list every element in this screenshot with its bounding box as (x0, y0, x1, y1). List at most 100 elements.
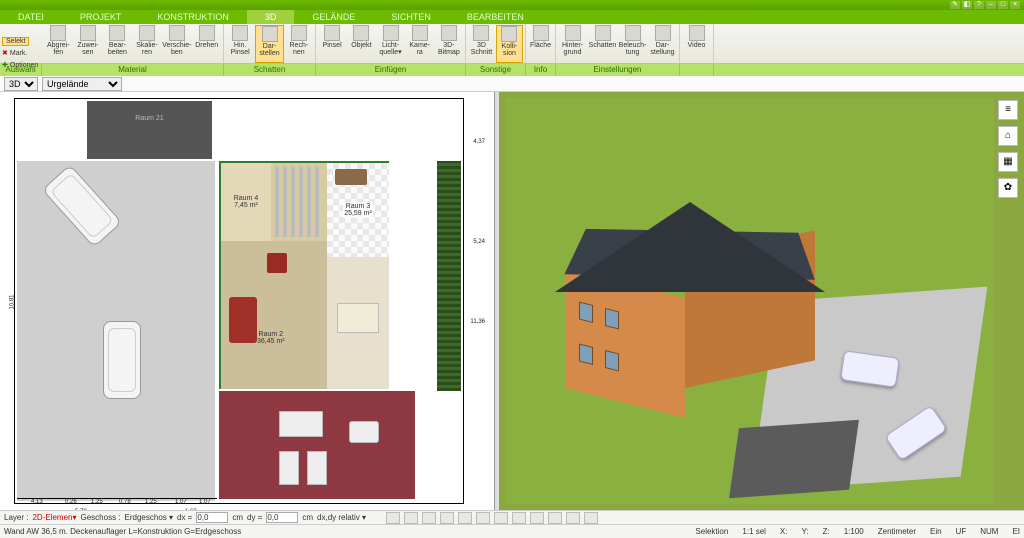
dim-label: 4,37 (473, 139, 485, 145)
roof-3d (555, 162, 825, 302)
tool-icon[interactable] (584, 512, 598, 524)
tool-icon[interactable] (422, 512, 436, 524)
dim-label: 1,07 (199, 499, 211, 505)
layers-icon[interactable]: ≡ (998, 100, 1018, 120)
tool-icon[interactable] (548, 512, 562, 524)
ribbon-kamera-button[interactable]: Kame-ra (406, 25, 434, 63)
ribbon-verschieben-button[interactable]: Verschie-ben (162, 25, 191, 63)
optionen-button[interactable]: Optionen (10, 62, 38, 69)
mode-select[interactable]: 3D (4, 77, 38, 91)
tool-icon[interactable] (386, 512, 400, 524)
tool-icon[interactable] (512, 512, 526, 524)
tree-icon[interactable]: ✿ (998, 178, 1018, 198)
ribbon-hintergrund-button[interactable]: Hinter-grund (558, 25, 587, 63)
house-outline: Raum 47,45 m² Raum 325,59 m² Raum 236,45… (219, 161, 389, 389)
coordinate-bar: Layer : 2D-Elemen▾ Geschoss : Erdgeschos… (0, 510, 1024, 524)
dim-label: 11,36 (470, 319, 485, 325)
tool-icon[interactable] (404, 512, 418, 524)
ribbon-lichtquelle-button[interactable]: Licht-quelle▾ (376, 25, 404, 63)
dx-input[interactable]: 0,0 (196, 512, 228, 523)
room-2-living: Raum 236,45 m² (221, 241, 327, 389)
ribbon-group-label: Material (42, 64, 224, 76)
maximize-button[interactable]: □ (998, 1, 1008, 9)
ribbon-darstellen-button[interactable]: Dar-stellen (255, 25, 283, 63)
workspace: Raum 47,45 m² Raum 325,59 m² Raum 236,45… (0, 92, 1024, 510)
coord-mode-select[interactable]: dx,dy relativ ▾ (317, 513, 366, 522)
ribbon-hinpinsel-button[interactable]: Hin.Pinsel (226, 25, 254, 63)
ein-indicator: Ein (930, 527, 942, 536)
tool-icon[interactable] (494, 512, 508, 524)
tool-icon[interactable] (566, 512, 580, 524)
dx-label: dx = (177, 513, 192, 522)
drawing-sheet: Raum 47,45 m² Raum 325,59 m² Raum 236,45… (14, 98, 464, 504)
menu-konstruktion[interactable]: KONSTRUKTION (139, 10, 247, 24)
tool-icon[interactable] (530, 512, 544, 524)
ribbon-schatten-button[interactable]: Schatten (588, 25, 617, 63)
ribbon-kollision-button[interactable]: Kolli-sion (496, 25, 523, 63)
geschoss-select[interactable]: Erdgeschos ▾ (125, 513, 173, 522)
tool-icon[interactable] (440, 512, 454, 524)
dy-label: dy = (247, 513, 262, 522)
armchair-icon (267, 253, 287, 273)
2d-plan-viewport[interactable]: Raum 47,45 m² Raum 325,59 m² Raum 236,45… (0, 92, 495, 510)
tool-icon[interactable] (458, 512, 472, 524)
ribbon-drehen-button[interactable]: Drehen (192, 25, 221, 63)
view-select[interactable]: Urgelände (42, 77, 122, 91)
dim-label: 4,13 (31, 499, 43, 505)
ribbon-group-label: Einfügen (316, 64, 466, 76)
room-3: Raum 325,59 m² (327, 163, 389, 257)
lounger-1-icon (279, 451, 299, 485)
3d-viewport[interactable]: ≡ ⌂ ▦ ✿ (499, 92, 1024, 510)
layer-select[interactable]: 2D-Elemen▾ (32, 513, 76, 522)
ribbon-flche-button[interactable]: Fläche (528, 25, 553, 63)
home-view-icon[interactable]: ⌂ (998, 126, 1018, 146)
ribbon-abgreifen-button[interactable]: Abgrei-fen (44, 25, 73, 63)
menu-gelaende[interactable]: GELÄNDE (294, 10, 373, 24)
menu-datei[interactable]: DATEI (0, 10, 62, 24)
mark-button[interactable]: Mark. (10, 50, 28, 57)
ribbon-darstellung-button[interactable]: Dar-stellung (648, 25, 677, 63)
ribbon-beleuchtung-button[interactable]: Beleuch-tung (618, 25, 647, 63)
geschoss-label: Geschoss : (81, 513, 121, 522)
status-text: Wand AW 36,5 m. Deckenauflager L=Konstru… (4, 527, 241, 536)
grid-icon[interactable]: ▦ (998, 152, 1018, 172)
ribbon-zuweisen-button[interactable]: Zuwei-sen (74, 25, 103, 63)
dim-label: 0,26 (65, 499, 77, 505)
ribbon-pinsel-button[interactable]: Pinsel (318, 25, 346, 63)
ribbon-dbitmap-button[interactable]: 3D-Bitmap (435, 25, 463, 63)
menu-sichten[interactable]: SICHTEN (373, 10, 449, 24)
dim-label: 10,81 (10, 294, 16, 309)
car-2d-1 (42, 164, 122, 247)
tb-color-icon[interactable]: ◧ (962, 1, 972, 9)
ribbon-rechnen-button[interactable]: Rech-nen (285, 25, 313, 63)
driveway (17, 161, 215, 501)
minimize-button[interactable]: – (986, 1, 996, 9)
ribbon-skalieren-button[interactable]: Skalie-ren (133, 25, 162, 63)
selektion-value: 1:1 sel (742, 527, 766, 536)
ribbon-group-label (680, 64, 714, 76)
tb-help-icon[interactable]: ? (974, 1, 984, 9)
ei-indicator: EI (1012, 527, 1020, 536)
ribbon-objekt-button[interactable]: Objekt (347, 25, 375, 63)
selekt-button[interactable]: Selekt (2, 37, 29, 46)
menu-projekt[interactable]: PROJEKT (62, 10, 140, 24)
dim-label: 0,78 (119, 499, 131, 505)
ribbon-bearbeiten-button[interactable]: Bear-beiten (103, 25, 132, 63)
ribbon-video-button[interactable]: Video (682, 25, 711, 63)
x-label: X: (780, 527, 788, 536)
selektion-label: Selektion (695, 527, 728, 536)
y-label: Y: (801, 527, 808, 536)
viewport-toolbar: ≡ ⌂ ▦ ✿ (998, 100, 1020, 198)
house-3d (565, 168, 795, 388)
dy-input[interactable]: 0,0 (266, 512, 298, 523)
close-button[interactable]: × (1010, 1, 1020, 9)
room-2-dining (327, 257, 389, 389)
menu-3d[interactable]: 3D (247, 10, 295, 24)
ribbon-group-labels: AuswahlMaterialSchattenEinfügenSonstigeI… (0, 64, 1024, 76)
scale-value: 1:100 (844, 527, 864, 536)
ribbon-dschnitt-button[interactable]: 3DSchnitt (468, 25, 495, 63)
menu-bearbeiten[interactable]: BEARBEITEN (449, 10, 542, 24)
tb-pencil-icon[interactable]: ✎ (950, 1, 960, 9)
window-icon (579, 301, 593, 322)
tool-icon[interactable] (476, 512, 490, 524)
